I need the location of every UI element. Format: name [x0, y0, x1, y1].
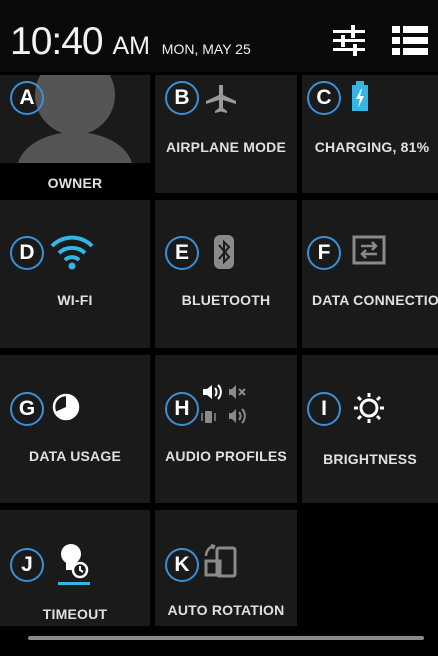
- status-bar: 10:40 AM MON, MAY 25: [0, 0, 438, 72]
- auto-rotation-icon: [204, 543, 237, 578]
- clock: 10:40 AM MON, MAY 25: [10, 20, 251, 71]
- data-connection-icon: [352, 235, 386, 265]
- bluetooth-label: BLUETOOTH: [181, 292, 271, 308]
- badge-e: E: [165, 236, 199, 270]
- settings-sliders-button[interactable]: [330, 22, 368, 60]
- owner-label: OWNER: [47, 175, 103, 191]
- data-connection-label: DATA CONNECTION: [312, 292, 438, 308]
- badge-b: B: [165, 81, 199, 115]
- badge-k: K: [165, 548, 199, 582]
- timeout-label: TIMEOUT: [42, 606, 108, 622]
- tile-wifi[interactable]: D WI-FI: [0, 200, 150, 348]
- sliders-icon: [333, 25, 365, 56]
- tile-data-usage[interactable]: G DATA USAGE: [0, 355, 150, 503]
- brightness-label: BRIGHTNESS: [323, 451, 417, 467]
- badge-i: I: [307, 392, 341, 426]
- badge-d: D: [10, 236, 44, 270]
- tile-brightness[interactable]: I BRIGHTNESS: [302, 355, 438, 503]
- data-usage-icon: [52, 393, 80, 421]
- notifications-list-button[interactable]: [390, 22, 428, 60]
- battery-label: CHARGING, 81%: [314, 139, 430, 155]
- battery-charging-icon: [352, 81, 368, 111]
- tile-audio-profiles[interactable]: H AUDIO PROFILES: [155, 355, 297, 503]
- badge-f: F: [307, 236, 341, 270]
- wifi-icon: [50, 235, 94, 270]
- badge-a: A: [10, 81, 44, 115]
- audio-profiles-label: AUDIO PROFILES: [165, 448, 287, 464]
- badge-g: G: [10, 392, 44, 426]
- badge-h: H: [165, 392, 199, 426]
- airplane-icon: [206, 85, 236, 113]
- panel-drag-handle[interactable]: [28, 636, 424, 640]
- tile-airplane-mode[interactable]: B AIRPLANE MODE: [155, 75, 297, 193]
- timeout-icon: [58, 544, 90, 585]
- list-icon: [392, 26, 428, 55]
- clock-ampm: AM: [112, 32, 150, 60]
- tile-bluetooth[interactable]: E BLUETOOTH: [155, 200, 297, 348]
- tile-owner[interactable]: A OWNER: [0, 75, 150, 193]
- auto-rotation-label: AUTO ROTATION: [167, 602, 285, 618]
- clock-time: 10:40: [10, 20, 104, 63]
- audio-profiles-icon: [201, 384, 246, 424]
- bluetooth-icon: [214, 235, 234, 269]
- tile-auto-rotation[interactable]: K AUTO ROTATION: [155, 510, 297, 626]
- badge-j: J: [10, 548, 44, 582]
- airplane-mode-label: AIRPLANE MODE: [165, 139, 287, 155]
- tile-timeout[interactable]: J TIMEOUT: [0, 510, 150, 626]
- data-usage-label: DATA USAGE: [29, 448, 121, 464]
- badge-c: C: [307, 81, 341, 115]
- clock-date: MON, MAY 25: [161, 41, 251, 57]
- wifi-label: WI-FI: [57, 292, 93, 308]
- tile-battery[interactable]: C CHARGING, 81%: [302, 75, 438, 193]
- brightness-icon: [354, 393, 384, 423]
- tile-data-connection[interactable]: F DATA CONNECTION: [302, 200, 438, 348]
